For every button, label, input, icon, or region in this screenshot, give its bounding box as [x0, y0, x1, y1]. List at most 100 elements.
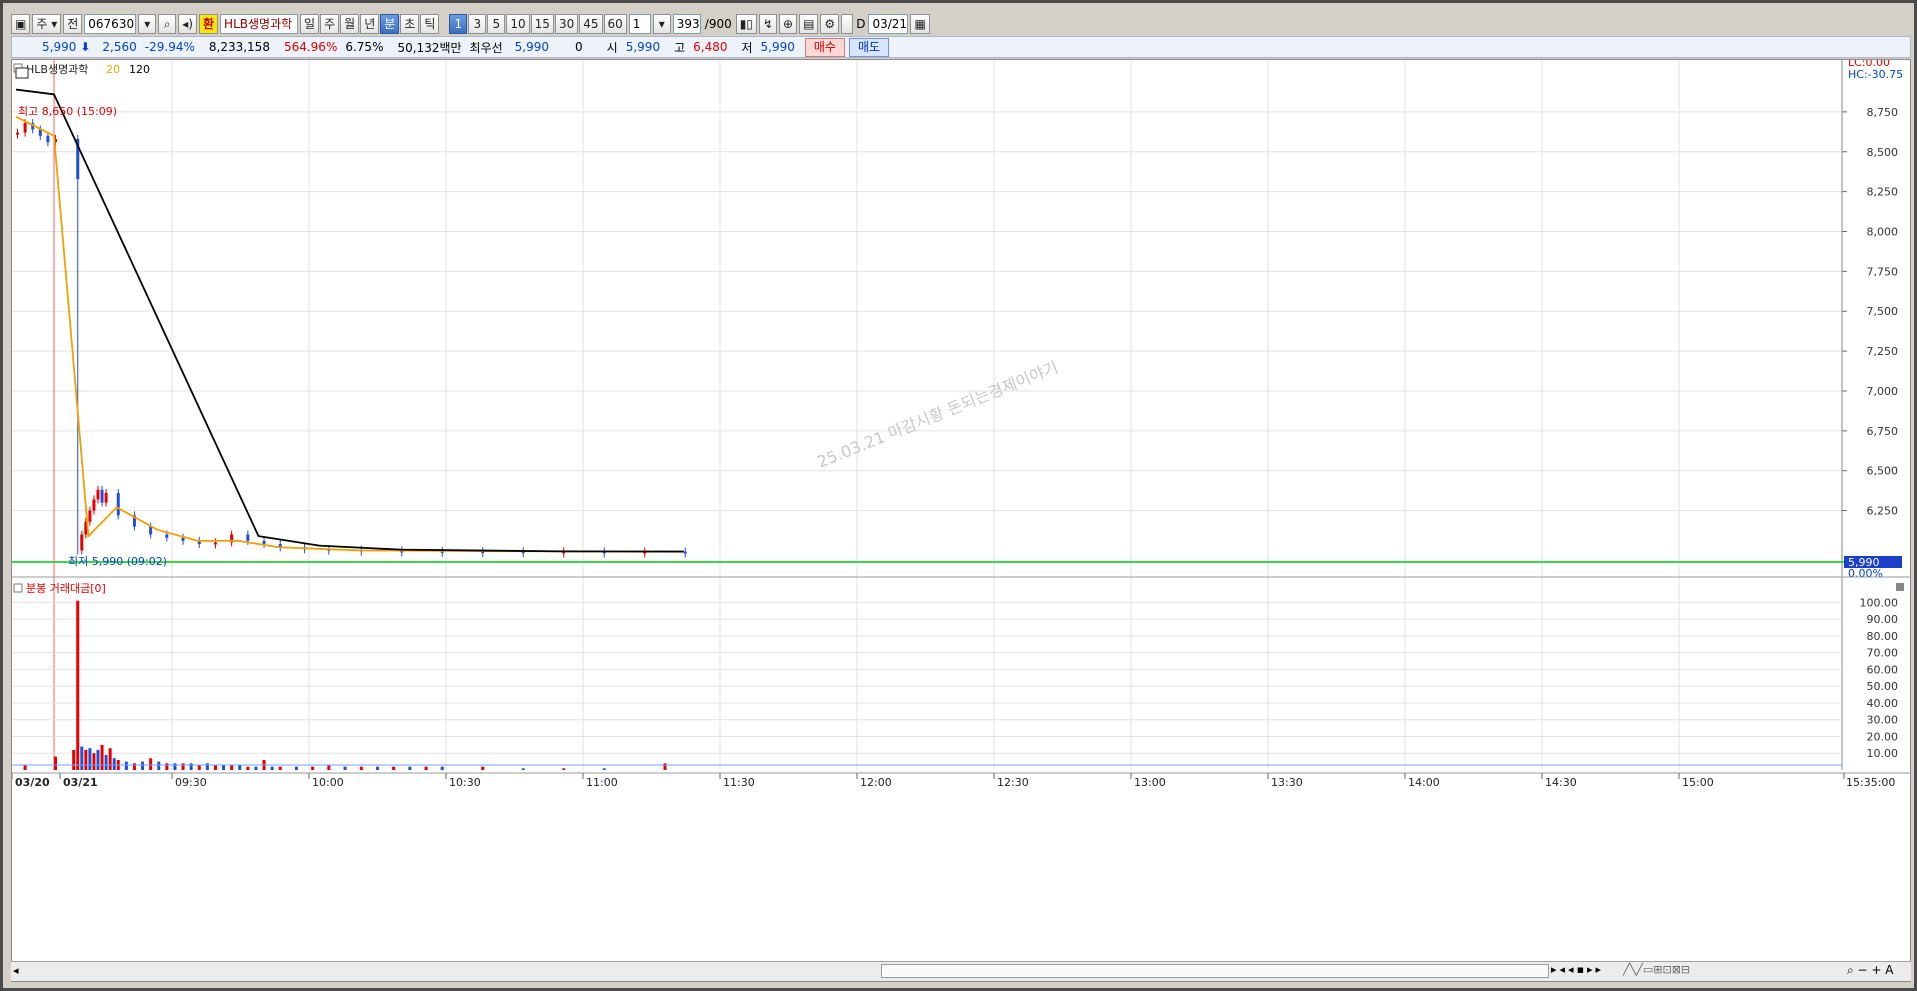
save-icon[interactable]: ▤	[799, 14, 819, 34]
interval-tab-30[interactable]: 30	[554, 14, 579, 34]
priority-label: 최우선	[469, 40, 503, 55]
layout-icon[interactable]: ▣	[11, 14, 31, 34]
x-tick-label: 03/20	[15, 776, 50, 789]
candle-body	[100, 489, 104, 503]
priority-price: 5,990	[514, 40, 550, 54]
speaker-icon[interactable]: ◂)	[178, 14, 197, 34]
x-axis: 03/20 03/21 09:30 10:00 10:30 11:00 11:30 12:00…	[11, 773, 1895, 789]
interval-tab-1[interactable]: 1	[449, 14, 468, 34]
period-tab-4[interactable]: 분	[380, 14, 400, 34]
period-tab-1[interactable]: 주	[320, 14, 340, 34]
d-checkbox[interactable]	[841, 14, 854, 34]
volume-collapse-icon[interactable]	[13, 583, 23, 593]
data-count-input[interactable]: 393	[672, 14, 701, 34]
volume-bar	[311, 766, 315, 770]
low-label: 저	[741, 40, 753, 55]
candle-body	[262, 540, 266, 545]
period-tab-0[interactable]: 일	[300, 14, 320, 34]
period-tab-2[interactable]: 월	[340, 14, 360, 34]
candle-body	[683, 551, 687, 554]
search-icon[interactable]: ⌕	[158, 14, 177, 34]
price-panel-bg	[12, 60, 1844, 567]
volume-bar	[189, 763, 193, 770]
quote-volume-ratio: 564.96%	[283, 40, 338, 54]
quote-amount: 50,132백만	[397, 40, 462, 55]
x-tick-label: 13:30	[1271, 776, 1303, 789]
volume-grid	[12, 601, 1842, 754]
volume-bar	[54, 756, 57, 770]
volume-bar	[92, 753, 96, 770]
price-tick-label: 7,250	[1867, 345, 1899, 358]
volume-tick-label: 100.00	[1860, 596, 1899, 609]
prev-button[interactable]: 전	[63, 14, 83, 34]
down-arrow-icon: ⬇	[80, 40, 91, 54]
interval-dropdown-icon[interactable]: ▾	[652, 14, 671, 34]
zoom-icon[interactable]: ⊕	[779, 14, 798, 34]
scroll-thumb[interactable]	[881, 964, 1549, 978]
code-dropdown-icon[interactable]: ▾	[138, 14, 157, 34]
sell-button[interactable]: 매도	[848, 37, 890, 57]
price-tick-label: 8,000	[1867, 225, 1899, 238]
volume-resize-icon[interactable]	[1896, 583, 1904, 591]
interval-tab-15[interactable]: 15	[530, 14, 554, 34]
volume-bar	[173, 763, 177, 770]
stock-name-field[interactable]: HLB생명과학	[220, 14, 299, 34]
interval-tab-10[interactable]: 10	[506, 14, 530, 34]
interval-tab-45[interactable]: 45	[579, 14, 603, 34]
interval-select[interactable]: 1	[628, 14, 651, 34]
price-tick-label: 8,500	[1867, 146, 1899, 159]
buy-button[interactable]: 매수	[804, 37, 845, 57]
hc-label: HC:-30.75	[1848, 68, 1903, 81]
volume-panel-title: 분봉 거래대금[0]	[26, 582, 106, 595]
volume-bar	[375, 766, 379, 770]
settings-gear-icon[interactable]: ⚙	[820, 14, 840, 34]
date-input[interactable]: 03/21	[868, 14, 909, 34]
volume-bar	[359, 766, 363, 770]
x-tick-label: 10:00	[312, 776, 344, 789]
price-tick-label: 6,500	[1867, 465, 1899, 478]
volume-bar	[100, 744, 104, 770]
mode-select[interactable]: 주 ▾	[32, 14, 62, 34]
interval-tab-60[interactable]: 60	[603, 14, 627, 34]
candle-body	[181, 537, 185, 541]
indicator-icon[interactable]: ↯	[758, 14, 778, 34]
chart-area[interactable]: 6,250 6,500 6,750 7,000 7,250 7,500 7,750 8,000…	[11, 56, 1911, 982]
volume-bar	[392, 766, 396, 770]
interval-tab-3[interactable]: 3	[468, 14, 487, 34]
calendar-icon[interactable]: ▦	[910, 14, 930, 34]
x-tick-label: 03/21	[63, 776, 98, 789]
volume-bar	[23, 764, 27, 770]
period-tab-3[interactable]: 년	[360, 14, 380, 34]
period-tab-5[interactable]: 초	[400, 14, 420, 34]
stock-code-input[interactable]: 067630	[84, 14, 137, 34]
period-tab-6[interactable]: 틱	[420, 14, 440, 34]
x-tick-label: 14:30	[1545, 776, 1577, 789]
quote-turnover: 6.75%	[345, 40, 384, 54]
volume-tick-label: 90.00	[1867, 613, 1899, 626]
candle-body	[213, 542, 217, 545]
candle-type-icon[interactable]: ▮▯	[735, 14, 757, 34]
volume-bar	[88, 748, 92, 770]
currency-button[interactable]: 환	[199, 14, 219, 34]
price-panel: 6,250 6,500 6,750 7,000 7,250 7,500 7,750 8,000…	[12, 56, 1903, 770]
volume-bar	[254, 766, 258, 770]
scroll-left-icon[interactable]: ◂	[13, 964, 19, 977]
x-tick-label: 15:00	[1682, 776, 1714, 789]
x-tick-label: 11:30	[723, 776, 755, 789]
x-tick-label: 10:30	[449, 776, 481, 789]
volume-bar	[213, 764, 217, 770]
chart-start-marker-icon	[15, 67, 29, 79]
price-tick-label: 7,750	[1867, 265, 1899, 278]
zoom-controls-icon[interactable]: ⌕ − + A	[1847, 963, 1893, 978]
playback-controls-icon[interactable]: ▸◂◂▪▸▸	[1551, 963, 1604, 976]
open-label: 시	[606, 40, 618, 55]
volume-bar	[205, 763, 209, 770]
drawing-tools-icon[interactable]: ╱╲╱▭⊞⊡⊠⊟	[1623, 963, 1690, 976]
x-tick-label: 14:00	[1408, 776, 1440, 789]
volume-bar	[108, 748, 112, 770]
interval-tab-5[interactable]: 5	[487, 14, 506, 34]
data-count-max: /900	[704, 17, 732, 31]
quote-price: 5,990	[42, 40, 77, 54]
horizontal-scrollbar[interactable]: ◂ ▸◂◂▪▸▸ ╱╲╱▭⊞⊡⊠⊟ ⌕ − + A	[11, 961, 1911, 981]
candle-body	[246, 534, 250, 541]
